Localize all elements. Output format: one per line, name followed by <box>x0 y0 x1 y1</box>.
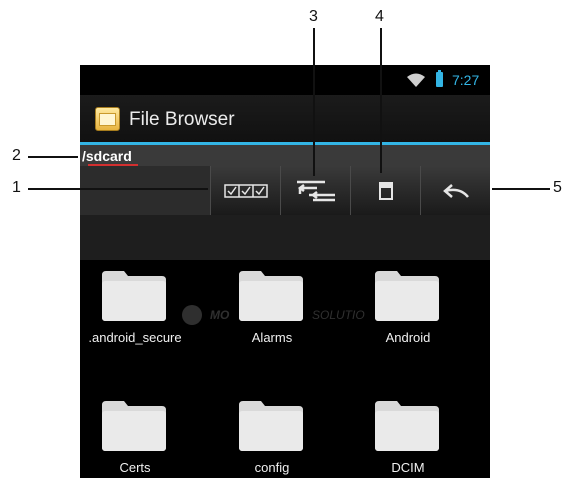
folder-app-icon[interactable] <box>95 107 120 131</box>
folder-label: config <box>254 460 290 475</box>
callout-2-line <box>28 156 78 158</box>
callout-1-number: 1 <box>12 179 21 196</box>
sd-card-button[interactable] <box>350 166 420 215</box>
toolbar <box>210 166 490 215</box>
sd-card-icon <box>378 181 393 200</box>
folder-icon <box>102 401 166 451</box>
wifi-icon <box>407 73 425 87</box>
folder-label: Certs <box>119 460 151 475</box>
figure: 7:27 File Browser /sdcard MO SOLUTIO .an… <box>0 0 569 478</box>
folder-item[interactable]: .android_secure <box>80 255 190 350</box>
swap-arrows-icon <box>296 180 335 201</box>
empty-band <box>80 215 490 260</box>
folder-label: Android <box>385 330 431 345</box>
folder-icon <box>375 271 439 321</box>
folder-icon <box>375 401 439 451</box>
callout-5-number: 5 <box>553 179 562 196</box>
toolbar-strip <box>80 166 490 215</box>
status-time: 7:27 <box>452 72 480 88</box>
folder-item[interactable]: Android <box>353 255 463 350</box>
callout-1-line <box>28 188 208 190</box>
folder-icon <box>239 271 303 321</box>
status-bar: 7:27 <box>80 65 490 95</box>
folder-item[interactable]: Certs <box>80 385 190 478</box>
file-grid: MO SOLUTIO .android_secure Alarms Androi… <box>80 260 490 478</box>
folder-item[interactable]: DCIM <box>353 385 463 478</box>
folder-label: Alarms <box>251 330 293 345</box>
back-button[interactable] <box>420 166 490 215</box>
back-arrow-icon <box>442 183 469 198</box>
callout-3-number: 3 <box>309 8 318 25</box>
action-bar: File Browser <box>80 95 490 142</box>
checkbox-multi-icon <box>223 183 268 198</box>
callout-2-number: 2 <box>12 147 21 164</box>
callout-3-line <box>313 28 315 176</box>
callout-5-line <box>492 188 550 190</box>
folder-item[interactable]: config <box>217 385 327 478</box>
folder-icon <box>239 401 303 451</box>
folder-item[interactable]: Alarms <box>217 255 327 350</box>
select-all-button[interactable] <box>210 166 280 215</box>
sort-button[interactable] <box>280 166 350 215</box>
current-path: /sdcard <box>82 148 132 164</box>
folder-label: DCIM <box>391 460 425 475</box>
path-bar: /sdcard <box>80 145 490 166</box>
folder-label: .android_secure <box>88 330 182 345</box>
app-title: File Browser <box>129 109 235 130</box>
phone-screen: 7:27 File Browser /sdcard MO SOLUTIO .an… <box>80 65 490 478</box>
battery-icon <box>436 70 443 87</box>
folder-icon <box>102 271 166 321</box>
callout-4-line <box>380 28 382 173</box>
callout-4-number: 4 <box>375 8 384 25</box>
